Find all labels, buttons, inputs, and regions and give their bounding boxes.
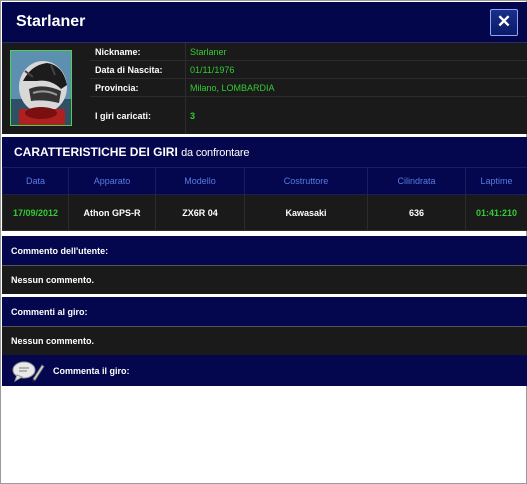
laps-section-header: CARATTERISTICHE DEI GIRI da confrontare	[2, 137, 527, 167]
laps-section-title-light: da confrontare	[181, 147, 250, 159]
lap-comments-text: Nessun commento.	[11, 336, 95, 346]
table-row[interactable]: 17/09/2012 Athon GPS-R ZX6R 04 Kawasaki …	[2, 194, 527, 231]
user-comment-label: Commento dell'utente:	[11, 245, 109, 256]
lap-comments-body: Nessun commento.	[2, 326, 527, 355]
lap-model: ZX6R 04	[155, 194, 245, 231]
avatar	[10, 50, 72, 126]
write-comment-label: Commenta il giro:	[53, 365, 130, 376]
lap-manufacturer: Kawasaki	[244, 194, 368, 231]
lap-device: Athon GPS-R	[68, 194, 156, 231]
user-comment-header: Commento dell'utente:	[2, 236, 527, 265]
column-costruttore[interactable]: Costruttore	[244, 167, 368, 195]
column-cilindrata[interactable]: Cilindrata	[367, 167, 466, 195]
nickname-label: Nickname:	[90, 43, 186, 60]
window-title: Starlaner	[16, 13, 86, 30]
close-button[interactable]: ✕	[490, 9, 518, 36]
lap-displacement: 636	[367, 194, 466, 231]
province-value: Milano, LOMBARDIA	[190, 82, 275, 93]
birthdate-row: Data di Nascita: 01/11/1976	[90, 61, 527, 79]
province-label: Provincia:	[90, 79, 186, 96]
laps-count-row: I giri caricati: 3	[90, 97, 527, 134]
birthdate-label: Data di Nascita:	[90, 61, 186, 78]
column-apparato[interactable]: Apparato	[68, 167, 156, 195]
laps-section-title-strong: CARATTERISTICHE DEI GIRI	[14, 145, 178, 159]
province-row: Provincia: Milano, LOMBARDIA	[90, 79, 527, 97]
laps-table: Data Apparato Modello Costruttore Cilind…	[2, 167, 527, 231]
profile-info: Nickname: Starlaner Data di Nascita: 01/…	[90, 43, 527, 134]
birthdate-value: 01/11/1976	[190, 64, 235, 75]
laps-section-title: CARATTERISTICHE DEI GIRI da confrontare	[14, 145, 249, 159]
lap-time: 01:41:210	[465, 194, 527, 231]
laps-count-value: 3	[190, 110, 196, 121]
column-modello[interactable]: Modello	[155, 167, 245, 195]
lap-date: 17/09/2012	[2, 194, 69, 231]
speech-bubble-pencil-icon[interactable]	[11, 359, 45, 383]
lap-comments-header: Commenti al giro:	[2, 297, 527, 326]
nickname-value: Starlaner	[190, 46, 227, 57]
user-comment-body: Nessun commento.	[2, 265, 527, 294]
user-comment-text: Nessun commento.	[11, 275, 95, 285]
nickname-row: Nickname: Starlaner	[90, 43, 527, 61]
column-data[interactable]: Data	[2, 167, 69, 195]
column-laptime[interactable]: Laptime	[465, 167, 527, 195]
title-bar: Starlaner ✕	[2, 2, 527, 43]
helmet-photo	[11, 51, 71, 125]
profile-window: Starlaner ✕ Nickname: Starlaner Data di …	[0, 0, 527, 484]
laps-count-label: I giri caricati:	[90, 97, 186, 134]
profile-panel: Nickname: Starlaner Data di Nascita: 01/…	[2, 43, 527, 134]
lap-comments-label: Commenti al giro:	[11, 306, 88, 317]
laps-table-header: Data Apparato Modello Costruttore Cilind…	[2, 167, 527, 195]
write-comment-bar[interactable]: Commenta il giro:	[2, 355, 527, 386]
